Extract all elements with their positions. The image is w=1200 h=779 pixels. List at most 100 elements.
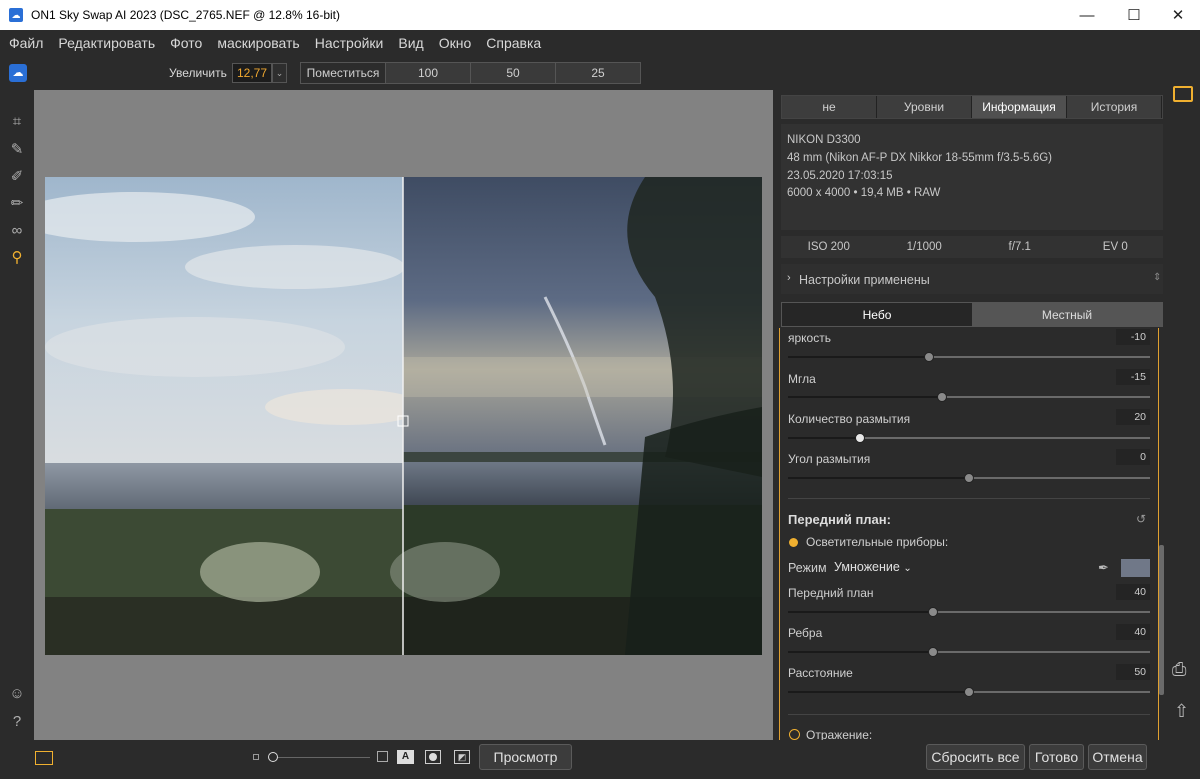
menu-view[interactable]: Вид [398, 35, 423, 51]
haze-slider[interactable] [788, 392, 1150, 402]
close-button[interactable]: ✕ [1155, 0, 1200, 30]
slider-value[interactable]: 0 [1116, 449, 1150, 465]
slider-fill [788, 437, 861, 439]
photo-preview[interactable] [45, 177, 762, 655]
mask-overlay-icon[interactable] [425, 750, 441, 764]
color-swatch[interactable] [1121, 559, 1150, 577]
large-thumb-icon [377, 751, 388, 762]
minimize-button[interactable]: — [1064, 0, 1110, 30]
slider-thumb[interactable] [924, 352, 935, 362]
lighting-label: Осветительные приборы: [806, 535, 949, 549]
foreground-title: Передний план: [788, 512, 891, 527]
info-camera: NIKON D3300 [787, 134, 861, 146]
foreground-slider[interactable] [788, 607, 1150, 617]
chain-icon[interactable]: ∞ [7, 221, 27, 241]
maximize-button[interactable]: ☐ [1111, 0, 1157, 30]
settings-applied-label: Настройки применены [799, 273, 930, 287]
zoom-input[interactable]: 12,77 [232, 63, 272, 83]
menu-edit[interactable]: Редактировать [58, 35, 155, 51]
slider-fill [788, 477, 969, 479]
print-icon[interactable]: ⎙ [1172, 659, 1186, 680]
eyedropper-icon[interactable]: ✒ [1098, 560, 1109, 576]
slider-value[interactable]: -15 [1116, 369, 1150, 385]
blur-amount-slider[interactable] [788, 433, 1150, 443]
app-logo-icon: ☁ [9, 64, 27, 82]
info-lens: 48 mm (Nikon AF-P DX Nikkor 18-55mm f/3.… [787, 152, 1052, 164]
zoom-dropdown-icon[interactable]: ⌄ [272, 63, 287, 83]
preview-button[interactable]: Просмотр [479, 744, 572, 770]
lighting-toggle-icon[interactable] [789, 538, 798, 547]
slider-fill [788, 356, 930, 358]
zoom-100-button[interactable]: 100 [385, 62, 471, 84]
slider-thumb[interactable] [964, 473, 974, 483]
thumb-size-knob[interactable] [268, 752, 278, 762]
slider-value[interactable]: 50 [1116, 664, 1150, 680]
masking-brush-icon[interactable]: ✐ [7, 167, 27, 187]
menu-settings[interactable]: Настройки [315, 35, 384, 51]
crop-icon[interactable]: ⌗ [7, 112, 27, 132]
exif-row: ISO 200 1/1000 f/7.1 EV 0 [781, 236, 1163, 258]
exif-aperture: f/7.1 [1008, 241, 1031, 253]
brush-icon[interactable]: ✎ [7, 140, 27, 160]
slider-value[interactable]: 20 [1116, 409, 1150, 425]
mode-label: Режим [788, 561, 827, 575]
settings-applied-row[interactable]: › Настройки применены ⇕ [781, 264, 1163, 294]
text-overlay-icon[interactable]: A [397, 750, 414, 764]
menu-bar: Файл Редактировать Фото маскировать Наст… [0, 30, 1200, 56]
cancel-button[interactable]: Отмена [1088, 744, 1147, 770]
exif-ev: EV 0 [1102, 241, 1128, 253]
edges-slider[interactable] [788, 647, 1150, 657]
slider-thumb[interactable] [927, 607, 938, 617]
info-date: 23.05.2020 17:03:15 [787, 170, 893, 182]
slider-value[interactable]: -10 [1116, 329, 1150, 345]
zoom-label: Увеличить [169, 66, 227, 80]
tab-none[interactable]: не [782, 96, 877, 118]
tab-sky[interactable]: Небо [782, 303, 972, 326]
slider-thumb[interactable] [936, 392, 947, 402]
brightness-slider[interactable] [788, 352, 1150, 362]
zoom-25-button[interactable]: 25 [555, 62, 641, 84]
tab-info[interactable]: Информация [972, 96, 1067, 118]
chevron-right-icon: › [787, 272, 791, 284]
blur-angle-slider[interactable] [788, 473, 1150, 483]
tab-history[interactable]: История [1067, 96, 1162, 118]
menu-window[interactable]: Окно [439, 35, 472, 51]
menu-photo[interactable]: Фото [170, 35, 202, 51]
app-icon: ☁ [9, 8, 23, 22]
slider-label: яркость [788, 331, 831, 345]
slider-thumb[interactable] [927, 647, 938, 657]
help-icon[interactable]: ? [7, 712, 27, 732]
panel-scrollbar[interactable] [1159, 545, 1164, 695]
distance-slider[interactable] [788, 687, 1150, 697]
reset-all-button[interactable]: Сбросить все [926, 744, 1025, 770]
menu-file[interactable]: Файл [9, 35, 43, 51]
done-button[interactable]: Готово [1029, 744, 1084, 770]
reset-icon[interactable]: ↺ [1136, 512, 1146, 526]
reflection-toggle-icon[interactable] [789, 729, 800, 740]
menu-help[interactable]: Справка [486, 35, 541, 51]
tab-levels[interactable]: Уровни [877, 96, 972, 118]
view-mode-icon[interactable] [35, 751, 53, 765]
menu-mask[interactable]: маскировать [217, 35, 299, 51]
zoom-fit-button[interactable]: Поместиться [300, 62, 386, 84]
slider-label: Ребра [788, 626, 823, 640]
zoom-50-button[interactable]: 50 [470, 62, 556, 84]
tab-local[interactable]: Местный [972, 303, 1162, 326]
thumb-size-slider[interactable] [270, 757, 370, 758]
zoom-hand-icon[interactable]: ⚲ [7, 248, 27, 268]
slider-value[interactable]: 40 [1116, 624, 1150, 640]
user-icon[interactable]: ☺ [7, 684, 27, 704]
info-box: NIKON D3300 48 mm (Nikon AF-P DX Nikkor … [781, 124, 1163, 230]
share-icon[interactable]: ⇧ [1174, 701, 1189, 722]
refine-brush-icon[interactable]: ✏ [7, 194, 27, 214]
left-tool-bar: ⌗ ✎ ✐ ✏ ∞ ⚲ ☺ ? [0, 90, 34, 740]
image-icon[interactable] [1173, 86, 1193, 102]
slider-label: Количество размытия [788, 412, 911, 426]
slider-thumb[interactable] [964, 687, 974, 697]
bottom-bar: A ◩ Просмотр Сбросить все Готово Отмена [0, 740, 1200, 779]
mode-select[interactable]: Умножение ⌄ [834, 560, 912, 574]
slider-value[interactable]: 40 [1116, 584, 1150, 600]
compare-icon[interactable]: ◩ [454, 750, 470, 764]
slider-thumb[interactable] [855, 433, 866, 443]
slider-fill [788, 611, 933, 613]
